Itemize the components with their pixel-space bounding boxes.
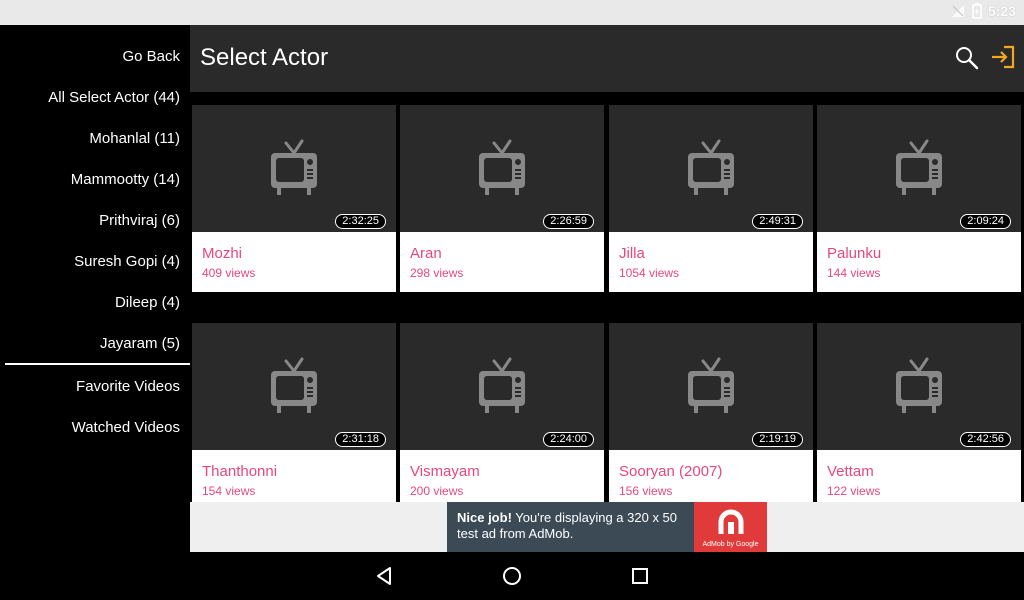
video-title: Thanthonni [202,463,278,480]
video-thumbnail[interactable]: 2:26:59 [400,105,604,232]
sidebar-item-prithviraj[interactable]: Prithviraj (6) [99,212,180,229]
video-views: 200 views [410,484,464,498]
video-views: 144 views [827,266,881,280]
ad-text: Nice job! You're displaying a 320 x 50 t… [457,510,697,542]
video-grid: 2:32:25 Mozhi 409 views 2:26:59 Aran 298… [190,92,1024,502]
exit-icon[interactable] [990,44,1016,70]
app-bar: Select Actor [190,25,1024,92]
home-icon[interactable] [500,564,524,588]
admob-icon [718,509,744,534]
back-icon[interactable] [372,564,396,588]
tv-icon [271,357,317,413]
sidebar-item-mammootty[interactable]: Mammootty (14) [71,171,180,188]
video-title: Mozhi [202,245,243,262]
video-duration: 2:24:00 [543,432,594,447]
video-card[interactable]: 2:09:24 Palunku 144 views [817,92,1021,304]
video-info[interactable]: Vismayam 200 views [400,450,604,502]
video-duration: 2:32:25 [335,214,386,229]
page-title: Select Actor [200,44,329,71]
video-duration: 2:31:18 [335,432,386,447]
video-card[interactable]: 2:49:31 Jilla 1054 views [609,92,813,304]
video-info[interactable]: Sooryan (2007) 156 views [609,450,813,502]
video-duration: 2:42:56 [960,432,1011,447]
video-card[interactable]: 2:19:19 Sooryan (2007) 156 views [609,310,813,502]
sidebar-divider [5,363,190,365]
tv-icon [479,139,525,195]
sidebar-item-suresh-gopi[interactable]: Suresh Gopi (4) [74,253,180,270]
sidebar-item-all-select-actor[interactable]: All Select Actor (44) [48,89,180,106]
video-duration: 2:09:24 [960,214,1011,229]
video-thumbnail[interactable]: 2:31:18 [192,323,396,450]
admob-logo: AdMob by Google [694,502,767,552]
video-info[interactable]: Mozhi 409 views [192,232,396,292]
video-views: 298 views [410,266,464,280]
ad-brand: AdMob by Google [702,541,759,548]
test-ad-banner[interactable]: Nice job! You're displaying a 320 x 50 t… [447,502,767,552]
video-info[interactable]: Jilla 1054 views [609,232,813,292]
ad-headline: Nice job! [457,510,512,525]
tv-icon [896,139,942,195]
system-nav-bar [0,552,1024,600]
video-info[interactable]: Palunku 144 views [817,232,1021,292]
status-bar: 5:23 [0,0,1024,25]
video-thumbnail[interactable]: 2:42:56 [817,323,1021,450]
tv-icon [271,139,317,195]
video-title: Vismayam [410,463,480,480]
sidebar-item-jayaram[interactable]: Jayaram (5) [100,335,180,352]
video-duration: 2:19:19 [752,432,803,447]
video-title: Palunku [827,245,882,262]
tv-icon [896,357,942,413]
no-signal-icon [951,5,964,17]
sidebar-item-dileep[interactable]: Dileep (4) [115,294,180,311]
video-title: Aran [410,245,442,262]
video-title: Sooryan (2007) [619,463,723,480]
video-views: 156 views [619,484,673,498]
battery-icon [972,3,982,19]
sidebar-item-favorite-videos[interactable]: Favorite Videos [76,378,180,395]
status-time: 5:23 [987,3,1016,19]
video-info[interactable]: Thanthonni 154 views [192,450,396,502]
video-thumbnail[interactable]: 2:32:25 [192,105,396,232]
video-thumbnail[interactable]: 2:19:19 [609,323,813,450]
search-icon[interactable] [954,45,980,71]
video-thumbnail[interactable]: 2:49:31 [609,105,813,232]
video-info[interactable]: Vettam 122 views [817,450,1021,502]
tv-icon [688,357,734,413]
video-card[interactable]: 2:24:00 Vismayam 200 views [400,310,604,502]
video-views: 154 views [202,484,256,498]
video-views: 122 views [827,484,881,498]
sidebar-item-go-back[interactable]: Go Back [122,48,180,65]
video-info[interactable]: Aran 298 views [400,232,604,292]
video-duration: 2:49:31 [752,214,803,229]
recents-icon[interactable] [628,564,652,588]
video-views: 409 views [202,266,256,280]
video-card[interactable]: 2:42:56 Vettam 122 views [817,310,1021,502]
video-thumbnail[interactable]: 2:09:24 [817,105,1021,232]
video-views: 1054 views [619,266,680,280]
video-card[interactable]: 2:32:25 Mozhi 409 views [192,92,396,304]
tv-icon [688,139,734,195]
sidebar-item-watched-videos[interactable]: Watched Videos [72,419,180,436]
video-card[interactable]: 2:26:59 Aran 298 views [400,92,604,304]
tv-icon [479,357,525,413]
ad-bar: Nice job! You're displaying a 320 x 50 t… [190,502,1024,552]
video-duration: 2:26:59 [543,214,594,229]
video-thumbnail[interactable]: 2:24:00 [400,323,604,450]
sidebar-drawer: Go Back All Select Actor (44) Mohanlal (… [0,25,190,552]
sidebar-item-mohanlal[interactable]: Mohanlal (11) [89,130,180,147]
video-title: Vettam [827,463,874,480]
video-title: Jilla [619,245,645,262]
video-card[interactable]: 2:31:18 Thanthonni 154 views [192,310,396,502]
